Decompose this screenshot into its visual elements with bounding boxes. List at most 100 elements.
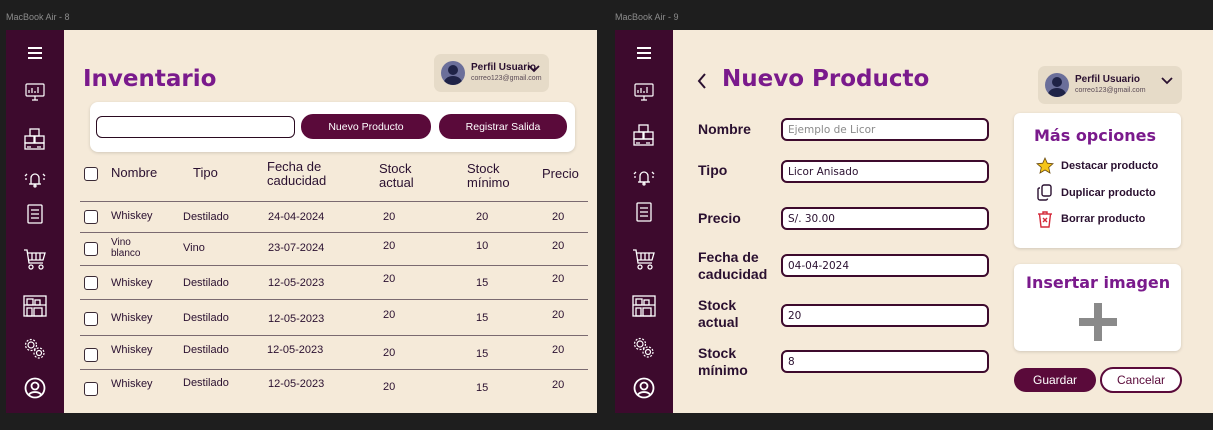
cell-nombre: Whiskey	[111, 210, 153, 222]
duplicate-product-option[interactable]: Duplicar producto	[1036, 184, 1156, 201]
col-header-stock-minimo-line2: mínimo	[467, 175, 510, 190]
label-fecha-line2: caducidad	[698, 266, 768, 282]
cell-stock-minimo: 15	[476, 277, 489, 289]
chevron-down-icon	[1161, 77, 1173, 85]
profile-menu[interactable]: Perfil Usuario correo123@gmail.com	[434, 54, 549, 92]
cell-nombre: Vino blanco	[111, 237, 141, 259]
row-checkbox[interactable]	[84, 242, 98, 256]
cell-tipo: Vino	[183, 242, 205, 254]
shelves-icon[interactable]	[615, 293, 673, 319]
duplicate-icon	[1037, 184, 1052, 201]
page-title: Inventario	[83, 66, 217, 92]
col-header-fecha-line1: Fecha de	[267, 159, 322, 174]
row-checkbox[interactable]	[84, 312, 98, 326]
table-row[interactable]: Whiskey Destilado 12-05-2023 20 15 20	[80, 335, 588, 368]
cancel-button[interactable]: Cancelar	[1100, 367, 1182, 393]
col-header-fecha: Fecha de caducidad	[267, 160, 326, 188]
col-header-stock-actual-line2: actual	[379, 175, 414, 190]
new-product-screen: Nuevo Producto Perfil Usuario correo123@…	[615, 30, 1213, 413]
label-stock-actual: Stock actual	[698, 297, 738, 331]
cell-precio: 20	[552, 240, 565, 252]
cell-nombre: Whiskey	[111, 277, 153, 289]
col-header-tipo: Tipo	[193, 165, 218, 180]
insert-image-card[interactable]: Insertar imagen	[1014, 264, 1181, 351]
cell-tipo: Destilado	[183, 211, 229, 223]
alarm-icon[interactable]	[6, 168, 64, 190]
table-row[interactable]: Whiskey Destilado 12-05-2023 20 15 20	[80, 299, 588, 334]
highlight-product-option[interactable]: Destacar producto	[1036, 157, 1158, 174]
cart-icon[interactable]	[6, 245, 64, 273]
insert-image-title: Insertar imagen	[1026, 273, 1171, 292]
report-icon[interactable]	[615, 200, 673, 224]
row-checkbox[interactable]	[84, 210, 98, 224]
cell-tipo: Destilado	[183, 344, 229, 356]
label-fecha-line1: Fecha de	[698, 249, 759, 265]
new-product-button[interactable]: Nuevo Producto	[301, 114, 431, 139]
label-tipo: Tipo	[698, 162, 728, 178]
cell-stock-minimo: 15	[476, 348, 489, 360]
cell-stock-actual: 20	[383, 347, 396, 359]
col-header-stock-minimo-line1: Stock	[467, 161, 500, 176]
cell-nombre: Whiskey	[111, 378, 153, 390]
toolbar: Nuevo Producto Registrar Salida	[90, 102, 575, 152]
alarm-icon[interactable]	[615, 166, 673, 188]
select-all-checkbox[interactable]	[84, 167, 98, 181]
label-precio: Precio	[698, 210, 741, 226]
tipo-field[interactable]: Licor Anisado	[781, 160, 989, 183]
table-row[interactable]: Whiskey Destilado 12-05-2023 20 15 20	[80, 369, 588, 403]
cell-fecha: 12-05-2023	[268, 378, 325, 390]
register-exit-button[interactable]: Registrar Salida	[439, 114, 567, 139]
cell-precio: 20	[552, 379, 565, 391]
delete-product-option[interactable]: Borrar producto	[1036, 210, 1145, 228]
row-checkbox[interactable]	[84, 276, 98, 290]
sidebar	[615, 30, 673, 413]
stock-minimo-field[interactable]: 8	[781, 350, 989, 373]
cell-tipo: Destilado	[183, 377, 229, 389]
menu-icon[interactable]	[615, 43, 673, 63]
user-icon[interactable]	[615, 376, 673, 400]
table-row[interactable]: Whiskey Destilado 12-05-2023 20 15 20	[80, 265, 588, 298]
save-button[interactable]: Guardar	[1014, 368, 1096, 392]
nombre-field[interactable]: Ejemplo de Licor	[781, 118, 989, 141]
shelves-icon[interactable]	[6, 293, 64, 319]
label-fecha: Fecha de caducidad	[698, 249, 767, 283]
row-checkbox[interactable]	[84, 348, 98, 362]
row-checkbox[interactable]	[84, 382, 98, 396]
search-input[interactable]	[96, 116, 295, 138]
user-icon[interactable]	[6, 376, 64, 400]
col-header-precio: Precio	[542, 166, 579, 181]
profile-email: correo123@gmail.com	[471, 75, 542, 82]
cell-stock-minimo: 15	[476, 382, 489, 394]
dashboard-icon[interactable]	[615, 80, 673, 104]
options-card: Más opciones Destacar producto Duplicar …	[1014, 113, 1181, 248]
profile-name: Perfil Usuario	[471, 62, 537, 73]
highlight-product-label: Destacar producto	[1061, 159, 1159, 172]
plus-icon[interactable]	[1079, 303, 1117, 341]
col-header-stock-actual: Stock actual	[379, 162, 414, 190]
precio-field[interactable]: S/. 30.00	[781, 207, 989, 230]
gears-icon[interactable]	[615, 335, 673, 361]
table-row[interactable]: Whiskey Destilado 24-04-2024 20 20 20	[80, 201, 588, 231]
cart-icon[interactable]	[615, 245, 673, 273]
delete-product-label: Borrar producto	[1061, 213, 1146, 225]
stock-actual-field[interactable]: 20	[781, 304, 989, 327]
cell-fecha: 12-05-2023	[267, 344, 324, 356]
cell-precio: 20	[552, 309, 565, 321]
boxes-icon[interactable]	[6, 126, 64, 152]
label-stock-minimo: Stock mínimo	[698, 345, 748, 379]
menu-icon[interactable]	[6, 43, 64, 63]
boxes-icon[interactable]	[615, 122, 673, 148]
options-title: Más opciones	[1034, 126, 1156, 145]
report-icon[interactable]	[6, 202, 64, 226]
fecha-field[interactable]: 04-04-2024	[781, 254, 989, 277]
table-row[interactable]: Vino blanco Vino 23-07-2024 20 10 20	[80, 232, 588, 264]
profile-menu[interactable]: Perfil Usuario correo123@gmail.com	[1038, 66, 1182, 104]
star-icon	[1036, 157, 1054, 174]
frame-label-right: MacBook Air - 9	[615, 12, 679, 22]
cell-tipo: Destilado	[183, 277, 229, 289]
dashboard-icon[interactable]	[6, 80, 64, 104]
chevron-left-icon[interactable]	[697, 73, 707, 89]
gears-icon[interactable]	[6, 336, 64, 362]
avatar	[441, 61, 465, 85]
duplicate-product-label: Duplicar producto	[1061, 186, 1156, 199]
